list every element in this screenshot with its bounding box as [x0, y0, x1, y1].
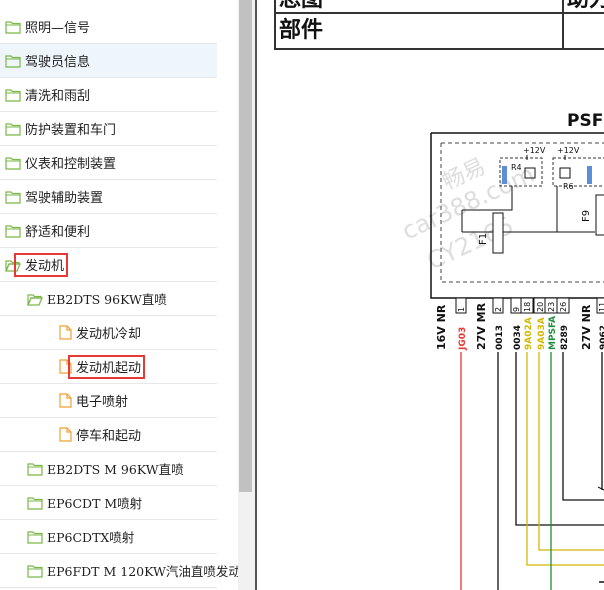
folder-open-icon: [5, 258, 21, 272]
document-icon: [59, 393, 72, 408]
tree-item-label: 照明—信号: [25, 21, 91, 36]
folder-icon: [5, 156, 21, 170]
pin-number: 20: [536, 302, 545, 312]
folder-icon: [5, 20, 21, 34]
document-icon: [59, 427, 72, 442]
folder-icon: [5, 88, 21, 102]
wire: [538, 352, 604, 551]
fuse-label: F1: [478, 233, 489, 245]
folder-icon: [27, 496, 43, 510]
document-icon: [59, 359, 72, 374]
folder-icon: [27, 462, 43, 476]
tree-item-label: 发动机: [25, 259, 65, 274]
supply-label: +12V: [557, 146, 580, 155]
tree-item[interactable]: EB2DTS 96KW直喷: [0, 282, 217, 316]
tree-item-label: EP6CDT M喷射: [47, 496, 143, 511]
fuse-f1: [492, 212, 504, 254]
pin-number: 1: [457, 307, 466, 312]
wire-label: 8289: [560, 325, 570, 350]
scrollbar-thumb[interactable]: [239, 0, 252, 492]
relay-coil-r6: [559, 167, 571, 179]
wire-label: 9062: [599, 325, 604, 350]
folder-icon: [5, 122, 21, 136]
wire: [515, 352, 604, 526]
folder-icon: [5, 224, 21, 238]
wire-label: 9A02A: [524, 317, 534, 350]
folder-icon: [27, 530, 43, 544]
folder-open-icon: [27, 292, 43, 306]
tree-item[interactable]: 防护装置和车门: [0, 112, 217, 146]
tree-item-label: EP6CDTX喷射: [47, 530, 135, 545]
tree-item-label: 舒适和便利: [25, 225, 91, 240]
folder-icon: [5, 54, 21, 68]
tree-item-label: 驾驶员信息: [25, 55, 91, 70]
wire: [562, 352, 604, 501]
tree-item-label: 驾驶辅助装置: [25, 191, 104, 206]
fuse-label: F9: [581, 210, 592, 222]
tree-item[interactable]: 电子喷射: [0, 384, 217, 418]
supply-label: +12V: [523, 146, 546, 155]
wire-label: MPSFA: [548, 316, 558, 350]
pin-number: 11: [598, 302, 604, 312]
connector-label: 27V NR: [580, 304, 593, 350]
wire-label: JG03: [458, 327, 468, 351]
tree-item-label: 发动机起动: [76, 361, 142, 376]
pin-number: 9: [512, 307, 521, 312]
folder-icon: [5, 190, 21, 204]
tree-item[interactable]: EP6CDT M喷射: [0, 486, 217, 520]
wire-label: 0013: [495, 325, 505, 350]
wire-label: 9A03A: [537, 317, 547, 350]
tree-item[interactable]: 发动机冷却: [0, 316, 217, 350]
tree-item[interactable]: 清洗和雨刮: [0, 78, 217, 112]
tree-item[interactable]: 舒适和便利: [0, 214, 217, 248]
relay-r6-box: [552, 157, 604, 187]
navigation-tree: 照明—信号驾驶员信息清洗和雨刮防护装置和车门 仪表和控制装置 驾驶辅助装置 舒适和便利…: [0, 0, 238, 590]
tree-item-label: 电子喷射: [76, 395, 129, 410]
tree-item-label: 发动机冷却: [76, 327, 142, 342]
pin-number: 18: [523, 302, 532, 312]
tree-scrollbar[interactable]: [238, 0, 255, 590]
wire-break-mark: [597, 486, 604, 491]
tree-item[interactable]: 发动机起动: [0, 350, 217, 384]
resistor-r6: [587, 166, 592, 184]
tree-item[interactable]: 驾驶员信息: [0, 44, 217, 78]
tree-item[interactable]: EP6FDT M 120KW汽油直喷发动机: [0, 554, 238, 588]
tree-item-label: 仪表和控制装置: [25, 157, 117, 172]
tree-item-label: EB2DTS M 96KW直喷: [47, 462, 184, 477]
tree-item-label: 防护装置和车门: [25, 123, 117, 138]
fuse-f9: [595, 194, 604, 236]
wire-label: 0034: [513, 325, 523, 350]
tree-item-label: 清洗和雨刮: [25, 89, 91, 104]
module-label: PSF1: [567, 111, 604, 131]
pin-number: 2: [494, 307, 503, 312]
relay-label: R4: [511, 163, 522, 172]
resistor-r4: [502, 166, 507, 184]
tree-item-label: EB2DTS 96KW直喷: [47, 292, 167, 307]
tree-item[interactable]: 仪表和控制装置: [0, 146, 217, 180]
tree-item[interactable]: 照明—信号: [0, 10, 217, 44]
wiring-diagram: 畅易car388.comCY2165PSF1+12V+12VR4R6F1F91J…: [398, 111, 604, 590]
diagram-viewer: 总图 助力 部件 畅易car388.comCY2165PSF1+12V+12VR…: [255, 0, 604, 590]
tree-item-label: EP6FDT M 120KW汽油直喷发动机: [47, 564, 238, 579]
document-icon: [59, 325, 72, 340]
tree-item[interactable]: EB2DTS M 96KW直喷: [0, 452, 217, 486]
tree-item[interactable]: EP6CDTX喷射: [0, 520, 217, 554]
pin-number: 23: [547, 302, 556, 312]
tree-item-label: 停车和起动: [76, 429, 142, 444]
connector-label: 27V MR: [475, 302, 488, 350]
tree-item[interactable]: 发动机: [0, 248, 217, 282]
folder-icon: [27, 564, 43, 578]
pin-number: 26: [559, 302, 568, 312]
connector-label: 16V NR: [435, 304, 448, 350]
tree-item[interactable]: 停车和起动: [0, 418, 217, 452]
tree-item[interactable]: 驾驶辅助装置: [0, 180, 217, 214]
relay-label: R6: [563, 182, 574, 191]
